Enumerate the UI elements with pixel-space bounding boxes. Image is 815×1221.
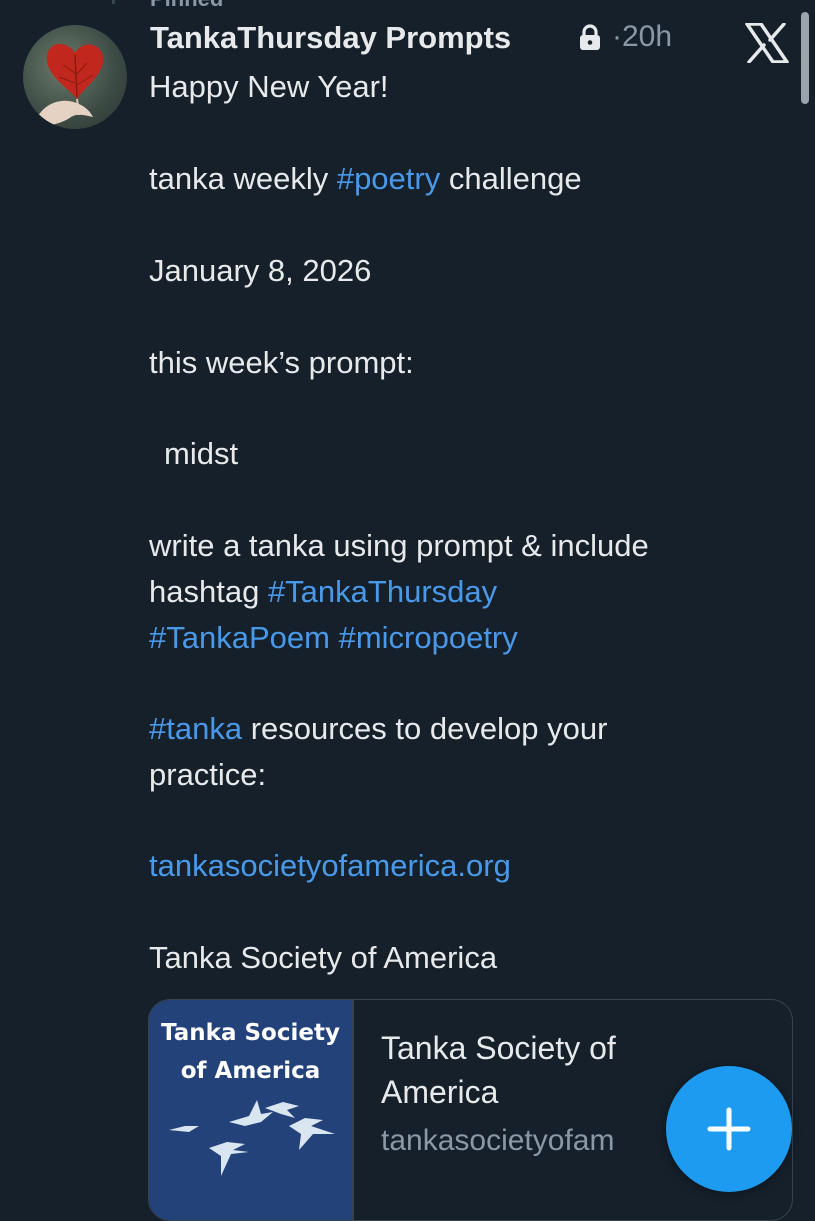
author-name[interactable]: TankaThursday Prompts (150, 20, 511, 56)
link-card-image[interactable]: Tanka Society of America (149, 1000, 352, 1220)
post-line-hashtags-2: #TankaPoem #micropoetry (149, 615, 518, 661)
avatar[interactable] (23, 25, 127, 129)
resources-text: resources to develop your (242, 711, 608, 746)
post-line-instruction: write a tanka using prompt & include (149, 528, 649, 563)
plus-icon (707, 1107, 751, 1151)
card-divider (352, 1000, 354, 1220)
hashtag-word: hashtag (149, 574, 268, 609)
post-line-prompt-word: midst (164, 436, 239, 471)
post-line-challenge: tanka weekly #poetry challenge (149, 156, 582, 202)
flying-geese-illustration (169, 1100, 335, 1176)
compose-button[interactable] (666, 1066, 792, 1192)
hashtag-tankathursday[interactable]: #TankaThursday (268, 574, 497, 609)
link-card-domain: tankasocietyofam (381, 1124, 615, 1157)
thread-line (112, 0, 115, 4)
post-time[interactable]: ·20h (612, 20, 672, 54)
lock-icon (577, 24, 603, 57)
challenge-text-start: tanka weekly (149, 161, 337, 196)
challenge-text-end: challenge (440, 161, 582, 196)
post-line-resources: #tanka resources to develop your (149, 706, 607, 752)
scrollbar[interactable] (801, 12, 809, 104)
x-logo-icon[interactable] (745, 22, 789, 68)
post-line-greeting: Happy New Year! (149, 69, 389, 104)
link-card-title[interactable]: Tanka Society of America (381, 1026, 681, 1114)
hashtag-tankapoem[interactable]: #TankaPoem (149, 620, 330, 655)
hashtag-tanka[interactable]: #tanka (149, 711, 242, 746)
post-line-hashtags-1: hashtag #TankaThursday (149, 569, 497, 615)
post-line-prompt-intro: this week’s prompt: (149, 345, 414, 380)
post-line-practice: practice: (149, 757, 267, 792)
time-label: 20h (622, 20, 673, 53)
post-line-org-name: Tanka Society of America (149, 940, 498, 975)
hashtag-poetry[interactable]: #poetry (337, 161, 440, 196)
avatar-heart-leaf-image (33, 43, 103, 129)
post-line-date: January 8, 2026 (149, 253, 372, 288)
post-link[interactable]: tankasocietyofamerica.org (149, 843, 511, 889)
pinned-label: Pinned (150, 0, 223, 12)
hashtag-micropoetry[interactable]: #micropoetry (339, 620, 518, 655)
time-dot: · (612, 20, 622, 53)
